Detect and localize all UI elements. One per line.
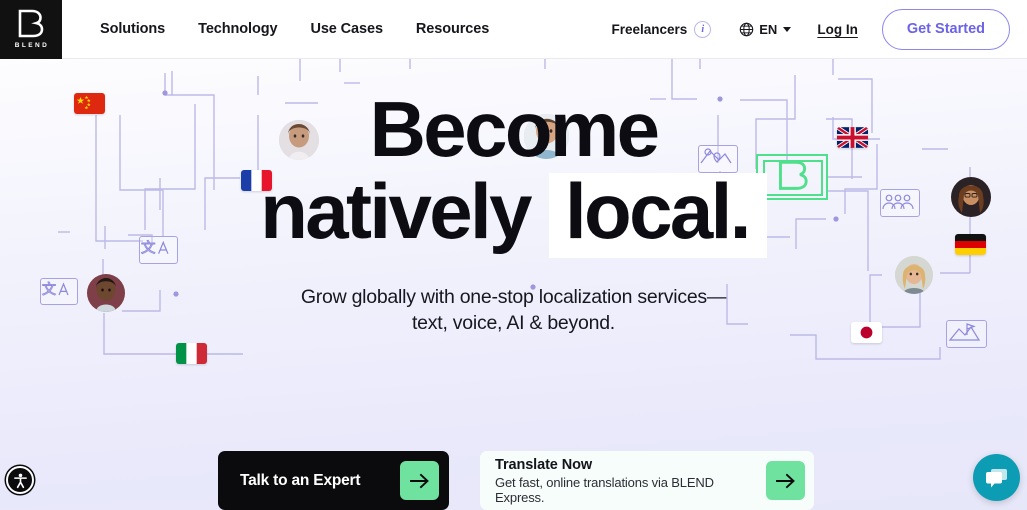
language-code: EN [759,21,778,37]
translate-now-card[interactable]: Translate Now Get fast, online translati… [480,451,814,510]
headline-plain-text: natively [260,166,532,255]
arrow-right-icon [400,461,439,500]
subheadline-line-1: Grow globally with one-stop localization… [300,285,727,308]
globe-icon [739,22,754,37]
translate-now-title: Translate Now [495,456,593,473]
freelancers-label: Freelancers [611,21,688,37]
hero-cta-row: Talk to an Expert Translate Now Get fast… [218,451,814,510]
chevron-down-icon [783,26,792,32]
info-icon[interactable]: i [694,20,712,38]
subheadline-line-2: text, voice, AI & beyond. [412,311,615,334]
hero-section: 文 文 Become natively local. Grow globally… [0,59,1027,510]
headline-line-2: natively local. [0,172,1027,258]
translate-now-subtitle: Get fast, online translations via BLEND … [495,474,714,505]
freelancers-link[interactable]: Freelancers i [611,20,712,38]
translate-now-text-group: Translate Now Get fast, online translati… [495,457,766,505]
hero-copy: Become natively local. Grow globally wit… [0,59,1027,336]
headline-highlighted-text: local. [548,172,767,258]
headline-line-1: Become [369,85,660,173]
chat-bubbles-icon[interactable] [973,454,1020,501]
site-header: BLEND Solutions Technology Use Cases Res… [0,0,1027,59]
login-link[interactable]: Log In [817,22,858,37]
nav-item-technology[interactable]: Technology [198,21,277,37]
arrow-right-icon [766,461,805,500]
page-root: BLEND Solutions Technology Use Cases Res… [0,0,1027,510]
nav-item-resources[interactable]: Resources [416,21,489,37]
accessibility-icon[interactable] [6,466,34,494]
nav-item-solutions[interactable]: Solutions [100,21,165,37]
italy-flag [176,343,207,364]
blend-b-logo-icon [18,9,45,38]
brand-wordmark: BLEND [14,42,50,49]
hero-subheadline: Grow globally with one-stop localization… [0,284,1027,336]
talk-to-an-expert-button[interactable]: Talk to an Expert [218,451,449,510]
brand-logo[interactable]: BLEND [0,0,62,59]
language-selector[interactable]: EN [739,21,792,37]
primary-nav: Solutions Technology Use Cases Resources [100,21,489,37]
header-utility-group: Freelancers i EN Log In Get Started [611,8,1027,50]
talk-to-an-expert-label: Talk to an Expert [240,471,361,489]
get-started-button[interactable]: Get Started [881,8,1010,50]
nav-item-use-cases[interactable]: Use Cases [310,21,383,37]
